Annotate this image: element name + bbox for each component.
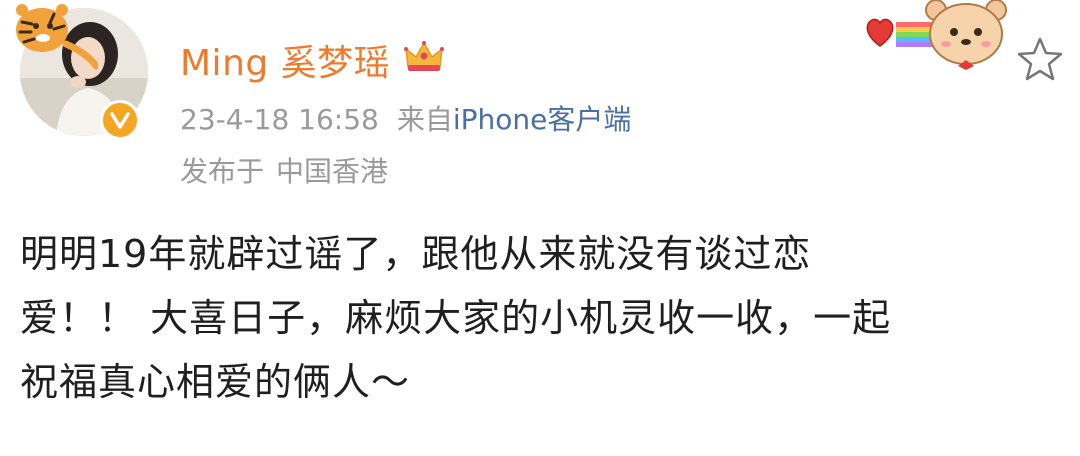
post-content: 明明19年就辟过谣了，跟他从来就没有谈过恋 爱！！ 大喜日子，麻烦大家的小机灵收… bbox=[20, 222, 1070, 414]
verified-icon bbox=[100, 100, 140, 140]
bear-heart-decoration bbox=[866, 0, 1007, 70]
location-prefix: 发布于 bbox=[180, 155, 265, 188]
username-text[interactable]: Ming 奚梦瑶 bbox=[180, 34, 390, 86]
avatar-wrapper[interactable] bbox=[8, 0, 148, 140]
post-content-line: 明明19年就辟过谣了，跟他从来就没有谈过恋 bbox=[20, 232, 812, 276]
username[interactable]: Ming 奚梦瑶 bbox=[180, 32, 445, 88]
post-content-line: 爱！！ 大喜日子，麻烦大家的小机灵收一收，一起 bbox=[20, 296, 892, 340]
tiger-frame-icon bbox=[16, 4, 98, 70]
crown-icon bbox=[404, 39, 445, 82]
source-app-link[interactable]: iPhone客户端 bbox=[453, 103, 632, 136]
location-text: 中国香港 bbox=[276, 155, 389, 188]
source-prefix: 来自 bbox=[396, 103, 453, 136]
star-icon[interactable] bbox=[1016, 36, 1064, 82]
post-content-line: 祝福真心相爱的俩人～ bbox=[20, 360, 411, 404]
post-location: 发布于 中国香港 bbox=[180, 150, 388, 190]
post-meta: 23-4-18 16:58 来自iPhone客户端 bbox=[180, 98, 631, 138]
post-time: 23-4-18 16:58 bbox=[180, 103, 379, 136]
